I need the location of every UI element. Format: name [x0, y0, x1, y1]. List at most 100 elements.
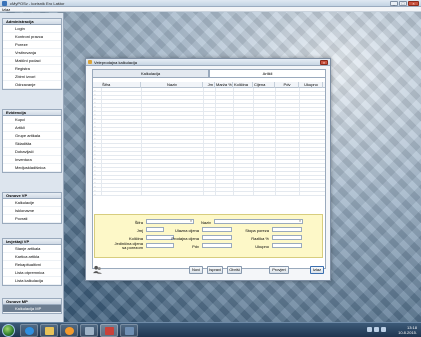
close-button[interactable]: × [408, 1, 419, 6]
dialog-icon [88, 60, 92, 64]
chevron-down-icon: ▾ [299, 219, 301, 223]
field-label: Jedinična cijena sa porezom [109, 242, 143, 250]
sidebar-item[interactable]: Kontroni pravca [3, 33, 61, 41]
sidebar-item[interactable]: Artikli [3, 124, 61, 132]
sidebar-item[interactable]: Grupe artikala [3, 132, 61, 140]
field-label: Naziv [200, 220, 211, 225]
button-bar: Novi Ispravi Obriši Provjeri Izlaz [92, 260, 326, 278]
sidebar-item[interactable]: Dobavljači [3, 148, 61, 156]
novi-button[interactable]: Novi [189, 266, 203, 274]
sidebar-section-osnove-mp: Osnove MP Kalkulacija MP [2, 298, 62, 314]
ulazna-cijena-field[interactable] [202, 227, 232, 232]
sidebar-section-evidencija: Evidencija Kupci Artikli Grupe artikala … [2, 109, 62, 173]
obrisi-button[interactable]: Obriši [227, 266, 242, 274]
sifra-select[interactable]: ▾ [146, 219, 194, 224]
app-icon [105, 327, 114, 335]
sidebar-item[interactable]: Inventura [3, 156, 61, 164]
sidebar-item[interactable]: Login [3, 25, 61, 33]
sidebar-item[interactable]: Skladišta [3, 140, 61, 148]
row-marker: – [94, 192, 96, 196]
sidebar-item[interactable]: Poreze [3, 41, 61, 49]
taskbar-ie[interactable] [20, 324, 38, 337]
sidebar-item[interactable]: Registra [3, 65, 61, 73]
network-icon[interactable] [367, 327, 372, 332]
izlaz-button[interactable]: Izlaz [310, 266, 324, 274]
stopa-poreza-field[interactable] [272, 227, 302, 232]
window-icon [125, 327, 134, 335]
calculation-dialog: Veleprodajna kalkulacija × Kalkulacija A… [85, 58, 331, 281]
field-label: Razlika % [251, 236, 269, 241]
sidebar-item[interactable]: Odrzavanje [3, 81, 61, 89]
folder-icon [45, 327, 54, 335]
menubar: Izlaz [0, 7, 421, 12]
jedinicna-cijena-field[interactable] [146, 243, 174, 248]
internet-explorer-icon [25, 327, 34, 335]
dialog-title: Veleprodajna kalkulacija [94, 60, 137, 65]
dialog-titlebar: Veleprodajna kalkulacija × [86, 59, 330, 66]
sidebar-item[interactable]: Lista kalkulacija [3, 277, 61, 285]
field-label: Stopa poreza [245, 228, 269, 233]
sidebar-item-active[interactable]: Kalkulacija MP [3, 305, 61, 313]
dialog-close-button[interactable]: × [320, 60, 328, 65]
sidebar-item[interactable]: Lista otpremnica [3, 269, 61, 277]
tab-strip: Kalkulacija Artikli [92, 69, 326, 77]
taskbar-media[interactable] [60, 324, 78, 337]
sidebar-item[interactable]: Povrati [3, 215, 61, 223]
window-titlebar: cMyPOSv - korisnik Ero Laštor _ □ × [0, 0, 421, 7]
naziv-select[interactable]: ▾ [214, 219, 303, 224]
sidebar-item[interactable]: Vrstirovanja [3, 49, 61, 57]
sidebar: Administracija Login Kontroni pravca Por… [0, 13, 64, 322]
field-label: Ukupno [255, 244, 269, 249]
sidebar-item[interactable]: Stanje artikala [3, 245, 61, 253]
sidebar-section-osnove-vp: Osnove VP Kalkulacije Isklonavne Povrati [2, 192, 62, 224]
sidebar-section-izvjestaji-vp: Izvještaji VP Stanje artikala Kartica ar… [2, 238, 62, 286]
menu-item-izlaz[interactable]: Izlaz [2, 7, 10, 12]
razlika-field[interactable] [272, 235, 302, 240]
sidebar-item[interactable]: Rekapitualtivni [3, 261, 61, 269]
ukupno-field[interactable] [272, 243, 302, 248]
clock-date: 10.8.2015. [398, 330, 417, 335]
app-icon [2, 1, 7, 6]
field-label: Prodajna cijena [171, 236, 199, 241]
field-label: Pdv [192, 244, 199, 249]
article-entry-form: Šifra ▾ Naziv ▾ Jmj Ulazna cijena Stopa … [94, 214, 323, 258]
chevron-down-icon: ▾ [190, 219, 192, 223]
sidebar-item[interactable]: Medjuskladišnica [3, 164, 61, 172]
taskbar-app3[interactable] [120, 324, 138, 337]
flag-icon[interactable] [381, 327, 386, 332]
maximize-button[interactable]: □ [399, 1, 407, 6]
pdv-field[interactable] [202, 243, 232, 248]
field-label: Šifra [134, 220, 143, 225]
grid-body: – – – – – – – – – – – – – – – – – – – – – – – – – – – [93, 88, 325, 196]
tab-artikli[interactable]: Artikli [209, 69, 326, 77]
sidebar-item[interactable]: Kartica artikla [3, 253, 61, 261]
prodajna-cijena-field[interactable] [202, 235, 232, 240]
sidebar-item[interactable]: Matični podaci [3, 57, 61, 65]
ispravi-button[interactable]: Ispravi [207, 266, 223, 274]
sidebar-item[interactable]: Isklonavne [3, 207, 61, 215]
taskbar: 13:18 10.8.2015. [0, 322, 421, 337]
window-icon [85, 327, 94, 335]
field-label: Jmj [136, 228, 143, 233]
field-label: Ulazna cijena [174, 228, 199, 233]
sidebar-section-administracija: Administracija Login Kontroni pravca Por… [2, 18, 62, 90]
taskbar-explorer[interactable] [40, 324, 58, 337]
clock[interactable]: 13:18 10.8.2015. [398, 325, 417, 335]
label-line: sa porezom [122, 245, 143, 250]
taskbar-app1[interactable] [80, 324, 98, 337]
sidebar-item[interactable]: Kalkulacije [3, 199, 61, 207]
minimize-button[interactable]: _ [390, 1, 398, 6]
provjeri-button[interactable]: Provjeri [269, 266, 289, 274]
start-button[interactable] [2, 324, 15, 337]
system-tray: 13:18 10.8.2015. [361, 323, 421, 337]
sidebar-item[interactable]: Kupci [3, 116, 61, 124]
tab-kalkulacija[interactable]: Kalkulacija [92, 69, 209, 77]
media-player-icon [65, 327, 74, 335]
sidebar-item[interactable]: Zbirni izvori [3, 73, 61, 81]
table-row[interactable]: – [93, 192, 325, 196]
taskbar-app2[interactable] [100, 324, 118, 337]
users-icon [93, 265, 102, 274]
window-title: cMyPOSv - korisnik Ero Laštor [10, 1, 65, 6]
volume-icon[interactable] [374, 327, 379, 332]
jmj-field[interactable] [146, 227, 164, 232]
